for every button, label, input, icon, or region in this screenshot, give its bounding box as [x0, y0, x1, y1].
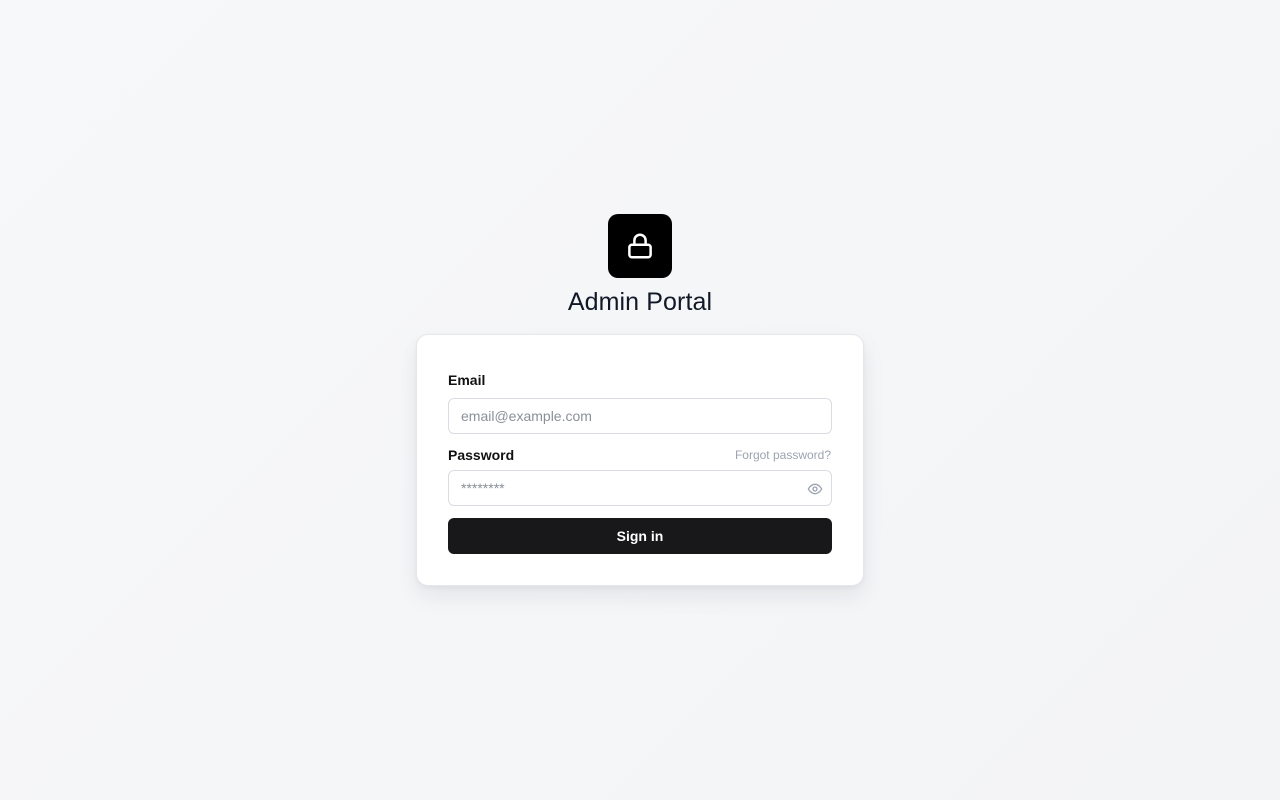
email-field-wrapper: [448, 398, 832, 434]
eye-icon: [807, 483, 823, 495]
password-label: Password: [448, 447, 515, 463]
sign-in-button[interactable]: Sign in: [448, 518, 832, 554]
forgot-password-link[interactable]: Forgot password?: [735, 448, 831, 462]
lock-icon: [628, 233, 652, 259]
show-password-toggle[interactable]: [806, 480, 824, 498]
email-field[interactable]: [449, 399, 831, 433]
logo: [608, 214, 672, 278]
password-field[interactable]: [449, 471, 831, 505]
password-field-wrapper: [448, 470, 832, 506]
page-title: Admin Portal: [567, 288, 713, 316]
email-label: Email: [448, 372, 486, 388]
login-card: Email Password Forgot password? Sign in: [416, 334, 864, 586]
